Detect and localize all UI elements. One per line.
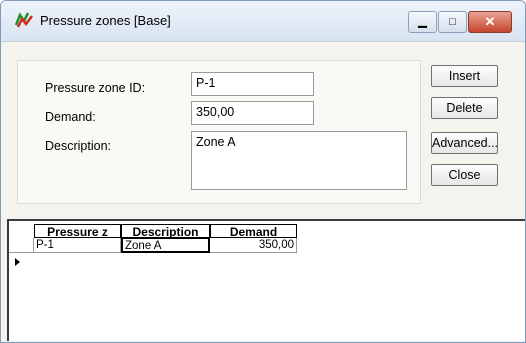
column-header-demand[interactable]: Demand: [210, 224, 297, 239]
close-button[interactable]: Close: [431, 164, 498, 186]
column-header-pressure-zone[interactable]: Pressure z: [34, 224, 121, 239]
insert-button[interactable]: Insert: [431, 65, 498, 87]
zone-id-field[interactable]: P-1: [191, 72, 314, 96]
minimize-button[interactable]: ▁: [408, 11, 437, 33]
description-field[interactable]: Zone A: [191, 131, 407, 190]
app-icon: [14, 12, 33, 28]
title-bar[interactable]: Pressure zones [Base] ▁ □ ✕: [1, 1, 525, 42]
maximize-icon: □: [449, 16, 456, 28]
current-row-indicator-icon: [15, 258, 20, 266]
description-label: Description:: [45, 139, 111, 153]
cell-pressure-zone[interactable]: P-1: [34, 238, 121, 253]
row-selector[interactable]: [9, 238, 34, 266]
cell-description[interactable]: Zone A: [121, 237, 210, 253]
advanced-button[interactable]: Advanced...: [431, 132, 498, 154]
cell-demand[interactable]: 350,00: [210, 238, 297, 253]
close-icon: ✕: [484, 14, 496, 29]
pressure-zones-window: Pressure zones [Base] ▁ □ ✕ Pressure zon…: [0, 0, 526, 343]
delete-button[interactable]: Delete: [431, 97, 498, 119]
close-window-button[interactable]: ✕: [468, 11, 512, 33]
column-header-description[interactable]: Description: [121, 224, 210, 239]
zone-id-label: Pressure zone ID:: [45, 81, 146, 95]
minimize-icon: ▁: [418, 16, 427, 28]
window-title: Pressure zones [Base]: [40, 13, 171, 28]
maximize-button[interactable]: □: [438, 11, 467, 33]
zones-grid[interactable]: Pressure z Description Demand P-1 Zone A…: [7, 219, 525, 341]
demand-label: Demand:: [45, 110, 96, 124]
demand-field[interactable]: 350,00: [191, 101, 314, 125]
